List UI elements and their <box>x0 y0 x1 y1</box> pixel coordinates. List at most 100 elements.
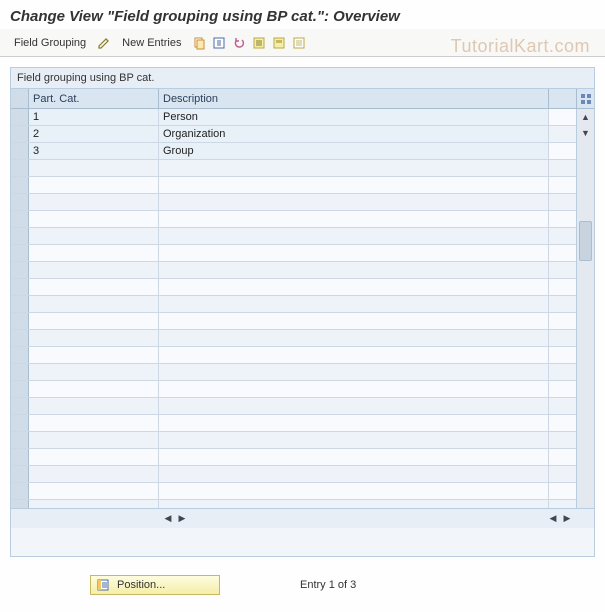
cell-description[interactable] <box>159 279 549 295</box>
table-row[interactable] <box>11 211 594 228</box>
table-row[interactable] <box>11 313 594 330</box>
row-selector[interactable] <box>11 109 29 125</box>
cell-part-cat[interactable] <box>29 432 159 448</box>
row-selector[interactable] <box>11 381 29 397</box>
hscroll-right-icon[interactable]: ▶ <box>175 512 189 526</box>
cell-part-cat[interactable]: 2 <box>29 126 159 142</box>
table-row[interactable] <box>11 177 594 194</box>
cell-part-cat[interactable] <box>29 483 159 499</box>
cell-part-cat[interactable] <box>29 211 159 227</box>
table-row[interactable]: 2Organization <box>11 126 594 143</box>
cell-description[interactable] <box>159 211 549 227</box>
hscroll-left2-icon[interactable]: ◀ <box>546 512 560 526</box>
cell-part-cat[interactable] <box>29 279 159 295</box>
cell-description[interactable] <box>159 177 549 193</box>
table-row[interactable] <box>11 483 594 500</box>
row-selector[interactable] <box>11 296 29 312</box>
table-row[interactable] <box>11 194 594 211</box>
row-selector[interactable] <box>11 160 29 176</box>
cell-part-cat[interactable] <box>29 228 159 244</box>
row-selector[interactable] <box>11 194 29 210</box>
undo-icon[interactable] <box>231 35 247 51</box>
cell-part-cat[interactable] <box>29 313 159 329</box>
table-row[interactable] <box>11 415 594 432</box>
table-row[interactable] <box>11 449 594 466</box>
cell-description[interactable] <box>159 347 549 363</box>
deselect-all-icon[interactable] <box>291 35 307 51</box>
field-grouping-button[interactable]: Field Grouping <box>8 35 92 51</box>
table-row[interactable] <box>11 279 594 296</box>
table-row[interactable] <box>11 398 594 415</box>
row-selector-header[interactable] <box>11 89 29 108</box>
cell-part-cat[interactable] <box>29 160 159 176</box>
row-selector[interactable] <box>11 279 29 295</box>
cell-description[interactable] <box>159 228 549 244</box>
table-row[interactable] <box>11 347 594 364</box>
cell-description[interactable] <box>159 381 549 397</box>
cell-part-cat[interactable] <box>29 194 159 210</box>
column-header-part-cat[interactable]: Part. Cat. <box>29 89 159 108</box>
table-row[interactable] <box>11 160 594 177</box>
cell-part-cat[interactable] <box>29 466 159 482</box>
cell-description[interactable] <box>159 194 549 210</box>
cell-description[interactable] <box>159 398 549 414</box>
cell-part-cat[interactable] <box>29 364 159 380</box>
row-selector[interactable] <box>11 415 29 431</box>
vertical-scrollbar[interactable]: ▲ ▼ <box>576 109 594 508</box>
row-selector[interactable] <box>11 126 29 142</box>
cell-part-cat[interactable] <box>29 296 159 312</box>
cell-description[interactable] <box>159 296 549 312</box>
edit-icon[interactable] <box>96 35 112 51</box>
row-selector[interactable] <box>11 347 29 363</box>
cell-part-cat[interactable] <box>29 398 159 414</box>
delete-icon[interactable] <box>211 35 227 51</box>
cell-part-cat[interactable] <box>29 449 159 465</box>
cell-part-cat[interactable]: 3 <box>29 143 159 159</box>
select-block-icon[interactable] <box>271 35 287 51</box>
cell-description[interactable] <box>159 262 549 278</box>
cell-description[interactable] <box>159 160 549 176</box>
cell-part-cat[interactable] <box>29 177 159 193</box>
table-row[interactable] <box>11 432 594 449</box>
select-all-icon[interactable] <box>251 35 267 51</box>
table-row[interactable] <box>11 296 594 313</box>
table-row[interactable]: 1Person <box>11 109 594 126</box>
row-selector[interactable] <box>11 449 29 465</box>
row-selector[interactable] <box>11 211 29 227</box>
column-header-description[interactable]: Description <box>159 89 549 108</box>
row-selector[interactable] <box>11 143 29 159</box>
row-selector[interactable] <box>11 432 29 448</box>
new-entries-button[interactable]: New Entries <box>116 35 187 51</box>
row-selector[interactable] <box>11 398 29 414</box>
cell-part-cat[interactable]: 1 <box>29 109 159 125</box>
cell-description[interactable]: Organization <box>159 126 549 142</box>
cell-part-cat[interactable] <box>29 245 159 261</box>
row-selector[interactable] <box>11 330 29 346</box>
scroll-thumb[interactable] <box>579 221 592 261</box>
cell-part-cat[interactable] <box>29 347 159 363</box>
scroll-down-icon[interactable]: ▼ <box>578 125 594 141</box>
cell-description[interactable] <box>159 313 549 329</box>
copy-icon[interactable] <box>191 35 207 51</box>
row-selector[interactable] <box>11 313 29 329</box>
cell-description[interactable] <box>159 432 549 448</box>
table-row[interactable] <box>11 262 594 279</box>
cell-description[interactable] <box>159 449 549 465</box>
table-row[interactable] <box>11 466 594 483</box>
hscroll-left-icon[interactable]: ◀ <box>161 512 175 526</box>
row-selector[interactable] <box>11 483 29 499</box>
row-selector[interactable] <box>11 466 29 482</box>
row-selector[interactable] <box>11 177 29 193</box>
cell-part-cat[interactable] <box>29 262 159 278</box>
table-row[interactable] <box>11 228 594 245</box>
cell-description[interactable] <box>159 330 549 346</box>
cell-description[interactable]: Group <box>159 143 549 159</box>
table-row[interactable] <box>11 381 594 398</box>
table-row[interactable] <box>11 364 594 381</box>
cell-description[interactable] <box>159 466 549 482</box>
scroll-up-icon[interactable]: ▲ <box>578 109 594 125</box>
cell-description[interactable] <box>159 245 549 261</box>
hscroll-right2-icon[interactable]: ▶ <box>560 512 574 526</box>
table-row[interactable] <box>11 245 594 262</box>
configure-columns-icon[interactable] <box>576 89 594 108</box>
